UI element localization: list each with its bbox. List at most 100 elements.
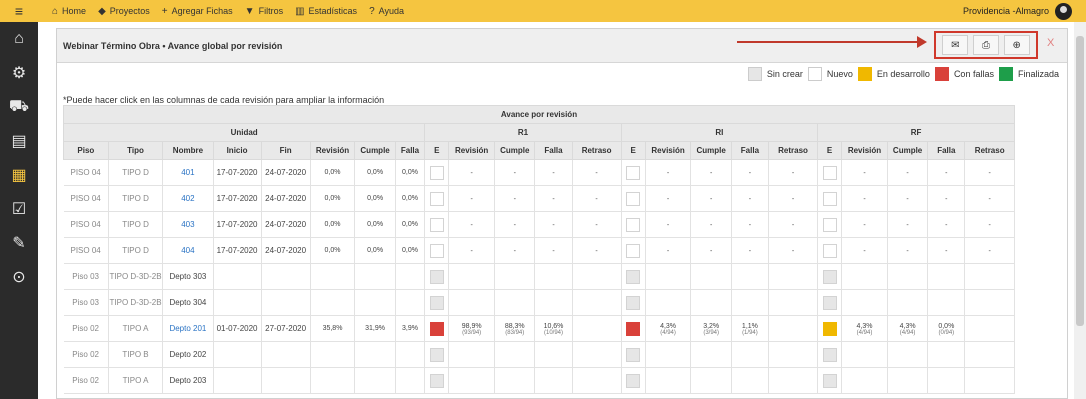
status-cell[interactable] bbox=[424, 159, 450, 186]
revision-value[interactable] bbox=[572, 315, 622, 342]
status-cell[interactable] bbox=[817, 263, 843, 290]
revision-value[interactable]: - bbox=[494, 211, 536, 238]
download-button[interactable]: ⊕ bbox=[1003, 35, 1030, 55]
status-box[interactable] bbox=[626, 295, 641, 310]
nav-filtros[interactable]: ▼ Filtros bbox=[245, 6, 283, 17]
revision-value[interactable]: 4,3% (4/94) bbox=[841, 315, 888, 342]
status-box[interactable] bbox=[626, 373, 641, 388]
revision-value[interactable] bbox=[448, 367, 496, 394]
status-cell[interactable] bbox=[621, 315, 646, 342]
nav-agregar-fichas[interactable]: + Agregar Fichas bbox=[162, 6, 233, 17]
revision-value[interactable]: - bbox=[448, 159, 496, 186]
revision-value[interactable]: - bbox=[645, 185, 692, 212]
status-cell[interactable] bbox=[621, 341, 646, 368]
sidebar-tools-icon[interactable]: ✎ bbox=[0, 226, 38, 260]
revision-value[interactable]: - bbox=[927, 159, 966, 186]
revision-value[interactable]: 88,3% (83/94) bbox=[494, 315, 536, 342]
status-cell[interactable] bbox=[621, 237, 646, 264]
revision-value[interactable]: - bbox=[964, 237, 1015, 264]
status-box[interactable] bbox=[429, 269, 444, 284]
revision-value[interactable]: - bbox=[887, 159, 929, 186]
status-cell[interactable] bbox=[621, 367, 646, 394]
revision-value[interactable]: 4,3% (4/94) bbox=[645, 315, 692, 342]
revision-value[interactable] bbox=[927, 341, 966, 368]
revision-value[interactable]: 3,2% (3/94) bbox=[690, 315, 732, 342]
revision-value[interactable] bbox=[887, 341, 929, 368]
status-cell[interactable] bbox=[817, 237, 843, 264]
status-box[interactable] bbox=[822, 243, 837, 258]
header-rf[interactable]: RF bbox=[817, 123, 1015, 142]
status-cell[interactable] bbox=[621, 185, 646, 212]
header-ri[interactable]: RI bbox=[620, 123, 819, 142]
revision-value[interactable] bbox=[887, 263, 929, 290]
revision-value[interactable]: - bbox=[690, 159, 732, 186]
revision-value[interactable] bbox=[448, 341, 496, 368]
revision-value[interactable] bbox=[572, 263, 622, 290]
revision-value[interactable] bbox=[645, 367, 692, 394]
status-box[interactable] bbox=[626, 269, 641, 284]
status-cell[interactable] bbox=[424, 315, 450, 342]
revision-value[interactable] bbox=[927, 263, 966, 290]
nav-home[interactable]: ⌂ Home bbox=[52, 6, 86, 17]
status-box[interactable] bbox=[429, 347, 444, 362]
revision-value[interactable]: - bbox=[572, 237, 622, 264]
nav-proyectos[interactable]: ◆ Proyectos bbox=[98, 6, 150, 17]
revision-value[interactable] bbox=[768, 315, 819, 342]
revision-value[interactable]: - bbox=[731, 237, 769, 264]
revision-value[interactable]: - bbox=[841, 237, 888, 264]
revision-value[interactable] bbox=[964, 289, 1015, 316]
status-box[interactable] bbox=[429, 373, 444, 388]
revision-value[interactable] bbox=[572, 289, 622, 316]
print-button[interactable]: ⎙ bbox=[972, 35, 999, 55]
revision-value[interactable] bbox=[768, 367, 819, 394]
sidebar-settings-icon[interactable]: ⚙ bbox=[0, 56, 38, 90]
revision-value[interactable] bbox=[731, 367, 769, 394]
status-box[interactable] bbox=[626, 165, 641, 180]
revision-value[interactable] bbox=[494, 367, 536, 394]
cell-nombre[interactable]: 402 bbox=[162, 185, 214, 212]
revision-value[interactable] bbox=[534, 263, 573, 290]
status-box[interactable] bbox=[822, 295, 837, 310]
revision-value[interactable] bbox=[841, 341, 888, 368]
status-cell[interactable] bbox=[424, 367, 450, 394]
status-box[interactable] bbox=[429, 321, 444, 336]
status-cell[interactable] bbox=[817, 185, 843, 212]
cell-nombre[interactable]: 401 bbox=[162, 159, 214, 186]
revision-value[interactable] bbox=[887, 367, 929, 394]
revision-value[interactable]: - bbox=[572, 185, 622, 212]
revision-value[interactable]: - bbox=[887, 211, 929, 238]
revision-value[interactable] bbox=[494, 289, 536, 316]
revision-value[interactable]: - bbox=[768, 211, 819, 238]
user-menu[interactable]: Providencia -Almagro bbox=[963, 2, 1086, 20]
status-cell[interactable] bbox=[817, 159, 843, 186]
revision-value[interactable] bbox=[645, 289, 692, 316]
revision-value[interactable]: - bbox=[645, 159, 692, 186]
status-box[interactable] bbox=[429, 243, 444, 258]
sidebar-document-icon[interactable]: ▤ bbox=[0, 124, 38, 158]
revision-value[interactable]: - bbox=[841, 159, 888, 186]
revision-value[interactable] bbox=[964, 341, 1015, 368]
revision-value[interactable]: - bbox=[645, 211, 692, 238]
close-button[interactable]: X bbox=[1047, 37, 1054, 49]
revision-value[interactable]: - bbox=[572, 159, 622, 186]
revision-value[interactable] bbox=[645, 263, 692, 290]
vertical-scrollbar[interactable] bbox=[1074, 22, 1086, 399]
revision-value[interactable] bbox=[448, 263, 496, 290]
nav-ayuda[interactable]: ? Ayuda bbox=[369, 6, 404, 17]
revision-value[interactable] bbox=[534, 289, 573, 316]
revision-value[interactable]: 0,0% (0/94) bbox=[927, 315, 966, 342]
status-cell[interactable] bbox=[621, 159, 646, 186]
revision-value[interactable]: - bbox=[927, 211, 966, 238]
status-cell[interactable] bbox=[817, 289, 843, 316]
status-box[interactable] bbox=[626, 191, 641, 206]
status-box[interactable] bbox=[822, 217, 837, 232]
sidebar-truck-icon[interactable]: ⛟ bbox=[0, 90, 38, 124]
cell-nombre[interactable]: Depto 201 bbox=[162, 315, 214, 342]
cell-nombre[interactable]: 403 bbox=[162, 211, 214, 238]
revision-value[interactable]: 4,3% (4/94) bbox=[887, 315, 929, 342]
status-box[interactable] bbox=[626, 347, 641, 362]
revision-value[interactable] bbox=[690, 367, 732, 394]
status-box[interactable] bbox=[626, 243, 641, 258]
revision-value[interactable] bbox=[494, 341, 536, 368]
revision-value[interactable] bbox=[841, 289, 888, 316]
